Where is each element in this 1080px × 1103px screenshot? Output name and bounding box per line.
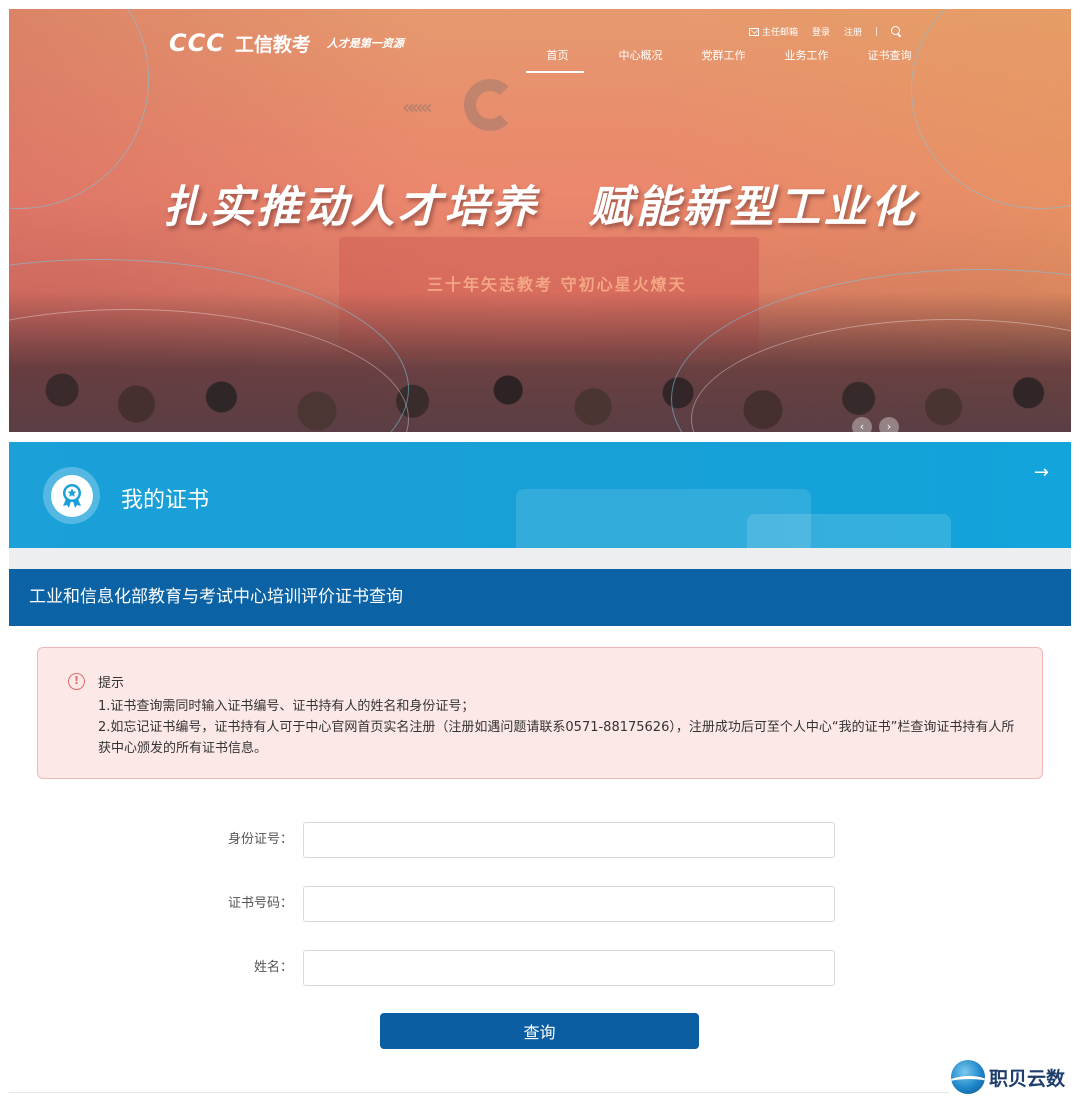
- footer-divider: [9, 1092, 949, 1093]
- watermark: 职贝云数: [951, 1060, 1065, 1094]
- hero-headline-left: 扎实推动人才培养: [162, 182, 539, 233]
- carousel-prev-button[interactable]: ‹: [852, 417, 872, 432]
- id-number-label: 身份证号：: [227, 832, 293, 847]
- my-certificate-banner: 我的证书 →: [9, 442, 1071, 548]
- site-logo[interactable]: CCC 工信教考 人才是第一资源: [169, 29, 404, 57]
- logo-mark: CCC: [169, 29, 225, 57]
- query-button[interactable]: 查询: [380, 1013, 699, 1049]
- section-title: 工业和信息化部教育与考试中心培训评价证书查询: [9, 569, 1071, 626]
- nav-item-business[interactable]: 业务工作: [765, 47, 848, 73]
- notice-line: 1.证书查询需同时输入证书编号、证书持有人的姓名和身份证号；: [98, 699, 475, 714]
- name-label: 姓名：: [253, 960, 293, 975]
- search-icon[interactable]: [891, 26, 902, 37]
- carousel-next-button[interactable]: ›: [879, 417, 899, 432]
- arrow-right-icon[interactable]: →: [1034, 462, 1049, 483]
- notice-body: 1.证书查询需同时输入证书编号、证书持有人的姓名和身份证号； 2.如忘记证书编号…: [98, 696, 1018, 759]
- id-number-input[interactable]: [303, 822, 835, 858]
- notice-title: 提示: [98, 676, 125, 691]
- hero-headline: 扎实推动人才培养 赋能新型工业化: [9, 171, 1071, 235]
- hero-deco-c-shape: [464, 79, 516, 131]
- hero-deco-chevrons: «««: [402, 95, 433, 119]
- watermark-logo-icon: [951, 1060, 985, 1094]
- cert-number-input[interactable]: [303, 886, 835, 922]
- notice-box: ! 提示 1.证书查询需同时输入证书编号、证书持有人的姓名和身份证号； 2.如忘…: [37, 647, 1043, 779]
- cert-number-label: 证书号码：: [227, 896, 293, 911]
- login-link[interactable]: 登录: [812, 25, 830, 38]
- utility-bar: 主任邮箱 登录 注册: [749, 25, 902, 38]
- mailbox-label: 主任邮箱: [762, 28, 799, 38]
- hero-banner: 三十年矢志教考 守初心星火燎天 ««« CCC 工信教考 人才是第一资源 主任邮…: [9, 9, 1071, 432]
- id-number-row: 身份证号：: [0, 822, 1080, 858]
- watermark-text: 职贝云数: [989, 1067, 1066, 1090]
- warning-icon: !: [68, 673, 85, 690]
- cert-number-row: 证书号码：: [0, 886, 1080, 922]
- certificate-badge-icon: [43, 467, 100, 524]
- banner-deco-glass-small: [747, 514, 951, 548]
- util-divider: [876, 27, 878, 36]
- banner-title: 我的证书: [121, 488, 210, 513]
- section-separator: [9, 548, 1071, 569]
- logo-name: 工信教考: [234, 33, 311, 56]
- nav-item-cert-query[interactable]: 证书查询: [848, 47, 931, 73]
- notice-line: 2.如忘记证书编号，证书持有人可于中心官网首页实名注册（注册如遇问题请联系057…: [98, 720, 1015, 756]
- name-row: 姓名：: [0, 950, 1080, 986]
- main-nav: 首页 中心概况 党群工作 业务工作 证书查询: [516, 47, 931, 73]
- register-link[interactable]: 注册: [844, 25, 862, 38]
- mail-icon: [749, 27, 759, 36]
- hero-headline-right: 赋能新型工业化: [588, 182, 918, 233]
- nav-item-party[interactable]: 党群工作: [682, 47, 765, 73]
- logo-slogan: 人才是第一资源: [326, 37, 404, 50]
- name-input[interactable]: [303, 950, 835, 986]
- nav-item-about[interactable]: 中心概况: [599, 47, 682, 73]
- mailbox-link[interactable]: 主任邮箱: [749, 25, 798, 38]
- nav-item-home[interactable]: 首页: [516, 47, 599, 73]
